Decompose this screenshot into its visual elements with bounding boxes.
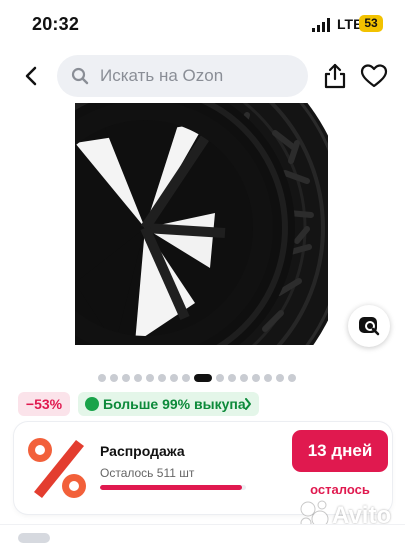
gallery-dot[interactable] <box>228 374 236 382</box>
search-placeholder: Искать на Ozon <box>100 66 224 85</box>
search-input[interactable]: Искать на Ozon <box>57 55 308 97</box>
check-icon <box>85 397 99 411</box>
percent-icon <box>28 438 86 498</box>
gallery-dot[interactable] <box>146 374 154 382</box>
status-time: 20:32 <box>32 14 80 34</box>
camera-search-icon <box>359 317 380 336</box>
sale-progress-fill <box>100 485 242 490</box>
gallery-dot[interactable] <box>182 374 190 382</box>
sale-progress-bar <box>100 485 246 490</box>
gallery-dot[interactable] <box>98 374 106 382</box>
gallery-dots[interactable] <box>98 373 296 383</box>
status-bar: 20:32 LTE 53 <box>0 0 405 50</box>
sale-timer: 13 дней <box>292 430 388 472</box>
search-icon <box>71 67 89 85</box>
next-section <box>0 524 405 543</box>
product-image[interactable] <box>75 103 328 345</box>
gallery-dot-active[interactable] <box>194 374 212 382</box>
gallery-dot[interactable] <box>134 374 142 382</box>
gallery-dot[interactable] <box>122 374 130 382</box>
gallery-dot[interactable] <box>216 374 224 382</box>
back-arrow-icon[interactable] <box>20 64 44 88</box>
chevron-right-icon <box>245 398 251 410</box>
gallery-dot[interactable] <box>288 374 296 382</box>
share-icon[interactable] <box>322 62 348 90</box>
gallery-dot[interactable] <box>240 374 248 382</box>
gallery-dot[interactable] <box>252 374 260 382</box>
visual-search-button[interactable] <box>348 305 390 347</box>
gallery-dot[interactable] <box>276 374 284 382</box>
buyout-badge[interactable]: Больше 99% выкупа <box>78 392 259 416</box>
buyout-label: Больше 99% выкупа <box>103 396 246 412</box>
battery-icon: 53 <box>359 15 383 32</box>
tire-image <box>75 103 328 345</box>
sale-remaining: Осталось 511 шт <box>100 466 195 480</box>
heart-icon[interactable] <box>360 63 388 89</box>
signal-icon <box>312 18 330 32</box>
gallery-dot[interactable] <box>264 374 272 382</box>
sale-timer-sub: осталось <box>310 482 370 497</box>
discount-badge: −53% <box>18 392 70 416</box>
sale-title: Распродажа <box>100 443 185 459</box>
gallery-dot[interactable] <box>158 374 166 382</box>
seller-avatar <box>18 533 50 543</box>
gallery-dot[interactable] <box>110 374 118 382</box>
gallery-dot[interactable] <box>170 374 178 382</box>
